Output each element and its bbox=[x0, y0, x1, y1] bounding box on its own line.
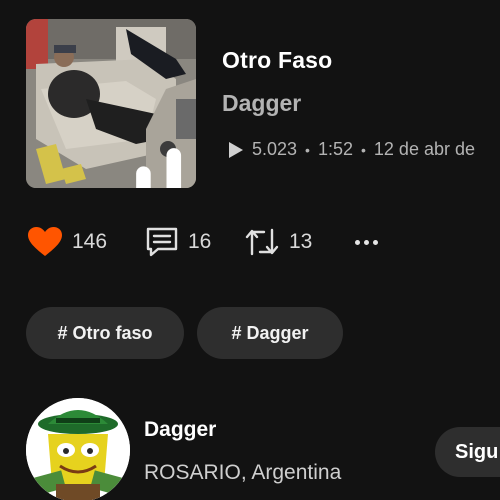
separator-dot: • bbox=[361, 141, 366, 158]
play-count: 5.023 bbox=[252, 139, 298, 159]
track-artwork[interactable] bbox=[26, 19, 196, 188]
tag-dagger[interactable]: # Dagger bbox=[197, 307, 343, 359]
tag-otro-faso[interactable]: # Otro faso bbox=[26, 307, 184, 359]
user-name[interactable]: Dagger bbox=[144, 418, 216, 442]
more-icon[interactable] bbox=[355, 239, 378, 245]
track-title: Otro Faso bbox=[222, 47, 333, 73]
follow-button[interactable]: Sigu bbox=[435, 427, 500, 477]
like-button[interactable]: 146 bbox=[27, 226, 145, 258]
comment-icon bbox=[146, 227, 178, 257]
track-meta: 5.023 • 1:52 • 12 de abr de bbox=[228, 139, 475, 160]
like-count: 146 bbox=[72, 230, 108, 253]
user-location: ROSARIO, Argentina bbox=[144, 461, 342, 484]
avatar-image bbox=[26, 398, 130, 500]
heart-icon bbox=[28, 227, 62, 256]
track-duration: 1:52 bbox=[317, 139, 353, 159]
comment-count: 16 bbox=[188, 230, 212, 253]
comment-button[interactable]: 16 bbox=[145, 226, 244, 258]
repost-button[interactable]: 13 bbox=[244, 226, 355, 258]
more-dot bbox=[355, 239, 360, 245]
more-dot bbox=[373, 239, 378, 245]
upload-date: 12 de abr de bbox=[373, 139, 475, 159]
play-icon bbox=[229, 141, 243, 158]
track-artist[interactable]: Dagger bbox=[222, 90, 301, 117]
separator-dot: • bbox=[305, 141, 310, 158]
waveform-icon bbox=[136, 148, 182, 188]
more-dot bbox=[364, 239, 369, 245]
repost-icon bbox=[245, 228, 279, 256]
avatar[interactable] bbox=[26, 398, 130, 500]
repost-count: 13 bbox=[289, 230, 313, 253]
action-bar: 146 16 13 bbox=[27, 225, 378, 259]
